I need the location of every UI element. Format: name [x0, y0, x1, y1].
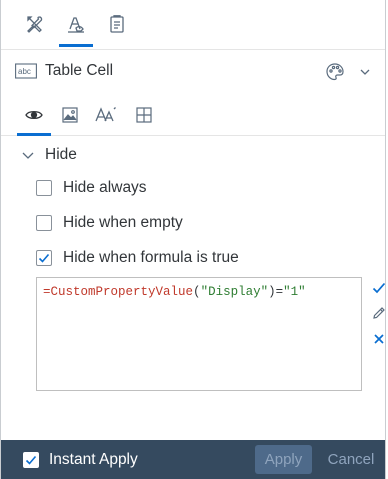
panel-title: Table Cell — [45, 62, 114, 79]
checkbox-label: Hide always — [63, 179, 147, 196]
hide-always-checkbox[interactable]: Hide always — [36, 177, 356, 199]
instant-apply-label: Instant Apply — [49, 451, 138, 468]
top-tab-bar — [1, 0, 385, 50]
formula-editor[interactable]: =CustomPropertyValue("Display")="1" — [36, 277, 362, 391]
tools-icon[interactable] — [21, 10, 49, 38]
hide-section-header[interactable]: Hide — [1, 140, 385, 170]
formula-paren: ( — [193, 285, 201, 299]
checkmark-icon — [38, 253, 50, 263]
text-field-icon: abc — [15, 63, 37, 79]
checkmark-icon — [25, 455, 37, 465]
chevron-down-icon — [22, 152, 34, 159]
checkbox-box[interactable] — [36, 250, 52, 266]
checkbox-label: Hide when formula is true — [63, 249, 239, 266]
hide-when-formula-checkbox[interactable]: Hide when formula is true — [36, 247, 356, 269]
formula-argument: "Display" — [200, 285, 269, 299]
checkbox-box[interactable] — [36, 180, 52, 196]
properties-panel: abc Table Cell Hide Hide always Hide whe… — [0, 0, 386, 479]
hide-when-empty-checkbox[interactable]: Hide when empty — [36, 212, 356, 234]
close-icon[interactable] — [371, 331, 387, 347]
formula-value: "1" — [283, 285, 306, 299]
checkbox-label: Hide when empty — [63, 214, 183, 231]
cancel-button[interactable]: Cancel — [319, 445, 383, 474]
image-icon[interactable] — [57, 102, 83, 128]
visibility-eye-icon[interactable] — [17, 102, 51, 136]
formula-function: CustomPropertyValue — [50, 285, 194, 299]
edit-pencil-icon[interactable] — [371, 305, 387, 321]
palette-icon — [326, 63, 344, 81]
checkbox-box[interactable] — [23, 452, 39, 468]
svg-text:abc: abc — [18, 67, 31, 76]
apply-button[interactable]: Apply — [255, 445, 312, 474]
table-layout-icon[interactable] — [131, 102, 157, 128]
formula-operator: = — [43, 285, 51, 299]
panel-title-row: abc Table Cell — [1, 50, 385, 92]
confirm-check-icon[interactable] — [371, 280, 387, 296]
footer-bar: Instant Apply Apply Cancel — [1, 440, 385, 479]
section-title: Hide — [45, 146, 77, 163]
format-paint-icon[interactable] — [59, 10, 93, 47]
document-icon[interactable] — [103, 10, 131, 38]
instant-apply-checkbox[interactable]: Instant Apply — [23, 449, 223, 471]
text-style-icon[interactable] — [93, 102, 119, 128]
sub-tab-bar — [1, 92, 385, 136]
checkbox-box[interactable] — [36, 215, 52, 231]
palette-menu-button[interactable] — [325, 61, 371, 83]
chevron-down-icon — [360, 69, 370, 75]
formula-comparison: )= — [268, 285, 284, 299]
